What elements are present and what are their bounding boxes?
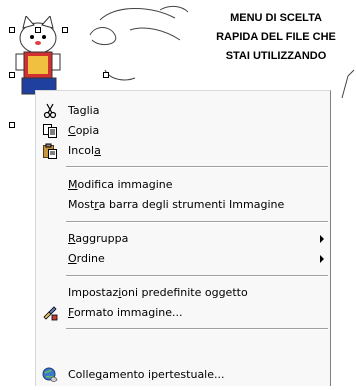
menu-separator: [66, 221, 328, 223]
menu-label-paste: Incol: [68, 144, 95, 157]
selection-handle-left[interactable]: [9, 72, 15, 78]
document-canvas: MENU DI SCELTA RAPIDA DEL FILE CHE STAI …: [0, 0, 356, 128]
sketch-drawing: [89, 5, 189, 81]
menu-item-cut[interactable]: Taglia: [36, 101, 330, 121]
submenu-arrow-icon: [320, 235, 324, 243]
menu-item-default-settings[interactable]: Impostazioni predefinite oggetto: [36, 283, 330, 303]
selection-handle-top-right[interactable]: [62, 27, 68, 33]
submenu-arrow-icon: [320, 255, 324, 263]
paste-icon: [42, 143, 58, 159]
format-picture-icon: [42, 305, 58, 321]
menu-item-format-picture[interactable]: Formato immagine...: [36, 303, 330, 323]
menu-item-group[interactable]: Raggruppa: [36, 229, 330, 249]
menu-label-edit-picture: odifica immagine: [77, 178, 173, 191]
menu-item-paste[interactable]: Incola: [36, 141, 330, 161]
scissors-icon: [42, 103, 58, 119]
menu-item-order[interactable]: Ordine: [36, 249, 330, 269]
menu-label-cut: Taglia: [68, 104, 100, 117]
menu-item-copy[interactable]: Copia: [36, 121, 330, 141]
menu-label-group: aggruppa: [75, 232, 129, 245]
selection-handle-top-left[interactable]: [9, 27, 15, 33]
menu-accel-copy: C: [68, 124, 76, 137]
menu-label-format-picture: ormato immagine...: [73, 306, 183, 319]
menu-label-default-settings: Impostaz: [68, 286, 119, 299]
menu-separator: [66, 275, 328, 277]
callout-line-1: MENU DI SCELTA: [230, 12, 322, 24]
callout-line-3: STAI UTILIZZANDO: [225, 50, 327, 62]
menu-label-show-toolbar: Most: [68, 198, 95, 211]
menu-label-order: rdine: [76, 252, 105, 265]
menu-separator: [66, 166, 328, 168]
menu-item-edit-picture[interactable]: Modifica immagine: [36, 175, 330, 195]
callout-text: MENU DI SCELTA RAPIDA DEL FILE CHE STAI …: [196, 9, 356, 66]
selection-handle-top[interactable]: [35, 27, 41, 33]
menu-separator: [66, 328, 328, 330]
selection-handle-bottom-left[interactable]: [9, 122, 15, 128]
selection-handle-right[interactable]: [103, 72, 109, 78]
callout-line-2: RAPIDA DEL FILE CHE: [216, 31, 336, 43]
context-menu: Taglia Copia Incola Modifica immagine Mo…: [35, 90, 331, 386]
hyperlink-icon: [42, 367, 58, 383]
copy-icon: [42, 123, 58, 139]
callout-pointer: [341, 69, 355, 99]
menu-item-show-picture-toolbar[interactable]: Mostra barra degli strumenti Immagine: [36, 195, 330, 215]
menu-item-hyperlink[interactable]: Collegamento ipertestuale...: [36, 365, 330, 385]
menu-label-hyperlink: Colle: [68, 368, 96, 381]
